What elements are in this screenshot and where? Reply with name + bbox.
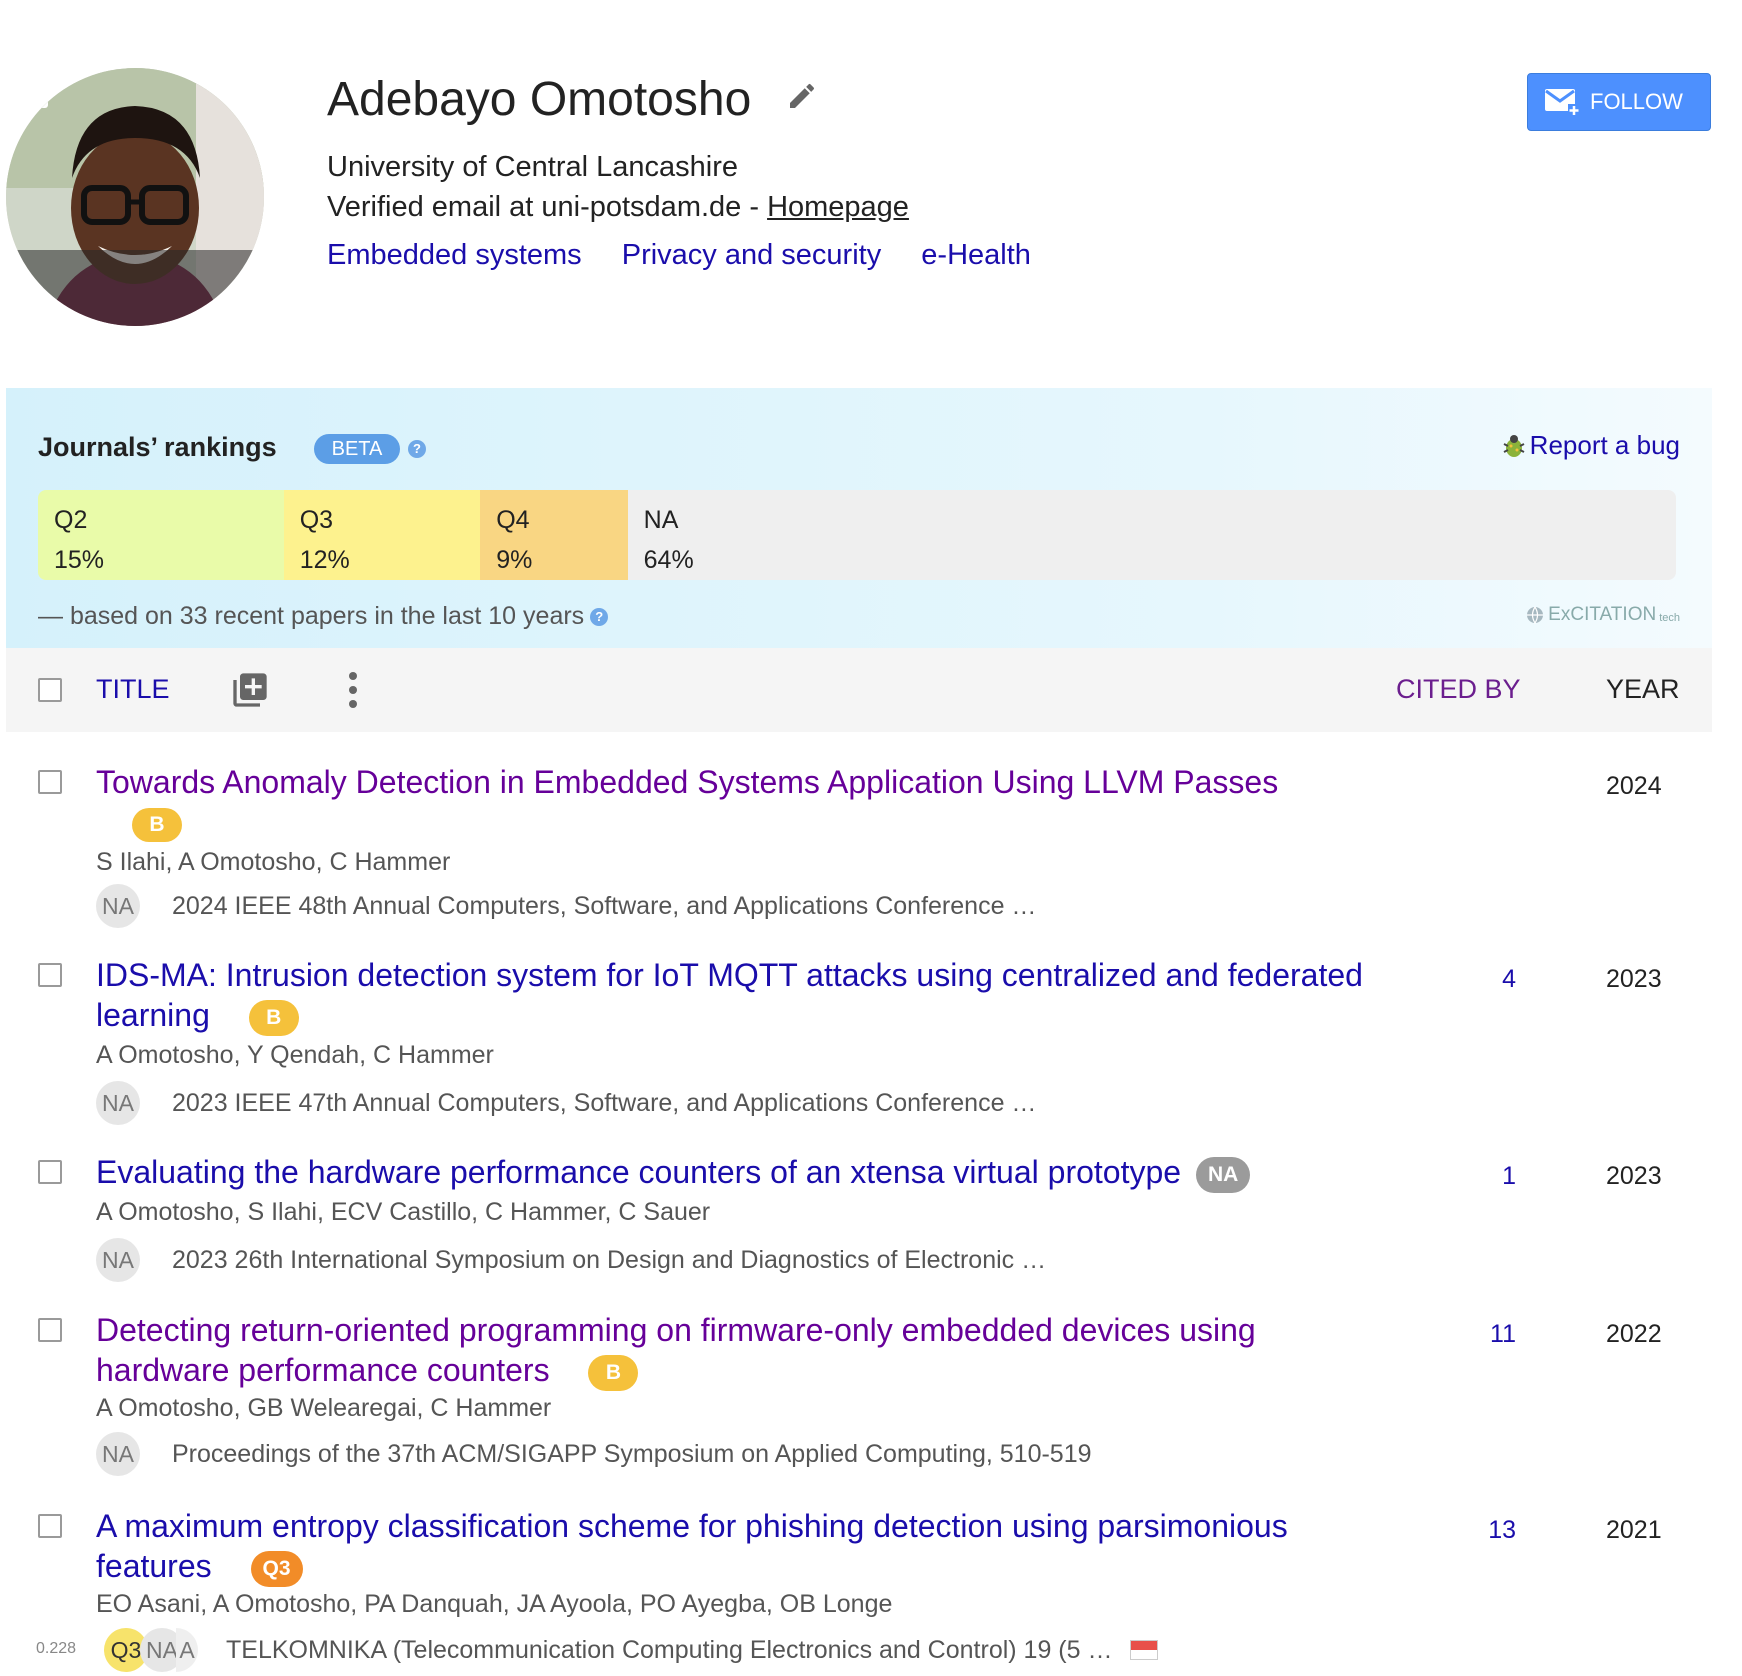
- more-options-icon[interactable]: [346, 670, 360, 710]
- segment-q4-label: Q4: [496, 506, 530, 534]
- rankings-basis-text: — based on 33 recent papers in the last …: [38, 602, 585, 630]
- rankings-bar: Q2 15% Q3 12% Q4 9% NA 64%: [38, 490, 1676, 580]
- sort-by-cited[interactable]: CITED BY: [1396, 674, 1521, 705]
- interest-privacy-security[interactable]: Privacy and security: [622, 239, 882, 271]
- venue-rank-badge: B: [248, 999, 299, 1036]
- segment-q2-label: Q2: [54, 506, 88, 534]
- paper-authors: A Omotosho, GB Welearegai, C Hammer: [96, 1394, 552, 1422]
- edit-pencil-icon[interactable]: [786, 80, 818, 112]
- rankings-basis: — based on 33 recent papers in the last …: [38, 602, 609, 631]
- basis-help-icon[interactable]: ?: [590, 607, 609, 626]
- row-checkbox[interactable]: [38, 1514, 62, 1538]
- venue-rank-badge: NA: [1195, 1156, 1251, 1193]
- venue-rank-badge: Q3: [250, 1550, 303, 1587]
- journal-rank-circle: NA: [96, 1081, 140, 1125]
- segment-na-label: NA: [643, 506, 679, 534]
- sort-by-title[interactable]: TITLE: [96, 674, 170, 705]
- paper-venue-text: 2023 26th International Symposium on Des…: [172, 1245, 1047, 1274]
- paper-title[interactable]: IDS-MA: Intrusion detection system for I…: [96, 955, 1386, 1036]
- country-flag-icon: [1130, 1640, 1159, 1660]
- paper-venue: NA 2023 IEEE 47th Annual Computers, Soft…: [96, 1081, 1036, 1125]
- segment-q3-label: Q3: [299, 506, 334, 534]
- profile-avatar[interactable]: [6, 68, 264, 326]
- mail-plus-icon: [1545, 89, 1580, 116]
- paper-venue: Q3 NA A TELKOMNIKA (Telecommunication Co…: [104, 1628, 1159, 1672]
- bug-icon: [1503, 434, 1525, 457]
- interest-embedded-systems[interactable]: Embedded systems: [327, 239, 582, 271]
- globe-icon: [1527, 606, 1544, 624]
- profile-name: Adebayo Omotosho: [327, 73, 752, 126]
- paper-year: 2023: [1606, 965, 1662, 993]
- paper-year: 2021: [1606, 1516, 1662, 1544]
- excitation-brand[interactable]: ExCITATION tech: [1526, 604, 1680, 626]
- venue-rank-badge: B: [588, 1354, 639, 1391]
- journal-rank-circle: NA: [96, 884, 140, 928]
- add-article-icon[interactable]: [230, 670, 270, 710]
- row-checkbox[interactable]: [38, 963, 62, 987]
- row-checkbox[interactable]: [38, 770, 62, 794]
- paper-venue-text: 2023 IEEE 47th Annual Computers, Softwar…: [172, 1088, 1037, 1117]
- paper-cited-by[interactable]: 1: [1436, 1162, 1516, 1191]
- rankings-title: Journals’ rankings: [38, 432, 277, 462]
- segment-na: NA 64%: [627, 490, 1676, 580]
- add-photo-icon[interactable]: [6, 68, 52, 112]
- paper-title-text: Evaluating the hardware performance coun…: [96, 1154, 1182, 1190]
- sort-by-year[interactable]: YEAR: [1606, 674, 1680, 705]
- paper-cited-by[interactable]: 13: [1436, 1516, 1516, 1545]
- paper-title[interactable]: Detecting return-oriented programming on…: [96, 1310, 1386, 1391]
- paper-title-text: Towards Anomaly Detection in Embedded Sy…: [96, 764, 1279, 800]
- paper-title[interactable]: Evaluating the hardware performance coun…: [96, 1152, 1386, 1193]
- row-checkbox[interactable]: [38, 1318, 62, 1342]
- row-checkbox[interactable]: [38, 1160, 62, 1184]
- avatar-overlay: [6, 250, 264, 326]
- paper-year: 2024: [1606, 772, 1662, 800]
- segment-na-percent: 64%: [643, 546, 694, 574]
- paper-venue-text: TELKOMNIKA (Telecommunication Computing …: [226, 1635, 1113, 1664]
- paper-authors: A Omotosho, S Ilahi, ECV Castillo, C Ham…: [96, 1198, 711, 1226]
- journal-rankings-panel: Journals’ rankings BETA ? Report a bug Q…: [6, 388, 1712, 648]
- report-bug-link[interactable]: Report a bug: [1500, 430, 1680, 461]
- paper-title-text: Detecting return-oriented programming on…: [96, 1312, 1256, 1388]
- journal-rank-partial-circle: A: [176, 1628, 198, 1672]
- journal-rank-circle: NA: [96, 1432, 140, 1476]
- paper-venue: NA 2024 IEEE 48th Annual Computers, Soft…: [96, 884, 1036, 928]
- paper-title[interactable]: Towards Anomaly Detection in Embedded Sy…: [96, 762, 1386, 842]
- segment-q2: Q2 15%: [38, 490, 284, 580]
- segment-q4-percent: 9%: [496, 546, 533, 574]
- journal-rank-circle: NA: [96, 1238, 140, 1282]
- help-icon[interactable]: ?: [408, 440, 426, 458]
- research-interests: Embedded systems Privacy and security e-…: [327, 238, 1063, 272]
- paper-year: 2023: [1606, 1162, 1662, 1190]
- paper-venue: NA 2023 26th International Symposium on …: [96, 1238, 1046, 1282]
- paper-venue: NA Proceedings of the 37th ACM/SIGAPP Sy…: [96, 1432, 1092, 1476]
- homepage-link[interactable]: Homepage: [767, 191, 909, 223]
- paper-cited-by[interactable]: 11: [1436, 1320, 1516, 1349]
- paper-cited-by[interactable]: 4: [1436, 965, 1516, 994]
- profile-affiliation: University of Central Lancashire: [327, 151, 739, 183]
- paper-venue-text: Proceedings of the 37th ACM/SIGAPP Sympo…: [172, 1439, 1092, 1468]
- venue-rank-badge: B: [132, 807, 182, 842]
- select-all-checkbox[interactable]: [38, 678, 62, 702]
- paper-authors: A Omotosho, Y Qendah, C Hammer: [96, 1041, 494, 1069]
- segment-q3: Q3 12%: [283, 490, 481, 580]
- paper-venue-text: 2024 IEEE 48th Annual Computers, Softwar…: [172, 891, 1037, 920]
- paper-title[interactable]: A maximum entropy classification scheme …: [96, 1506, 1386, 1587]
- email-text: Verified email at uni-potsdam.de -: [327, 191, 768, 223]
- interest-e-health[interactable]: e-Health: [921, 239, 1031, 271]
- paper-authors: S Ilahi, A Omotosho, C Hammer: [96, 848, 451, 876]
- follow-label: FOLLOW: [1590, 89, 1683, 114]
- follow-button[interactable]: FOLLOW: [1527, 73, 1711, 131]
- profile-email: Verified email at uni-potsdam.de - Homep…: [327, 190, 909, 224]
- journal-score: 0.228: [36, 1640, 77, 1657]
- segment-q4: Q4 9%: [480, 490, 628, 580]
- beta-badge: BETA: [314, 434, 400, 464]
- articles-table-header: TITLE CITED BY YEAR: [6, 648, 1712, 732]
- report-bug-label: Report a bug: [1529, 430, 1680, 460]
- brand-name: ExCITATION: [1548, 604, 1657, 625]
- segment-q2-percent: 15%: [54, 546, 105, 574]
- brand-suffix: tech: [1659, 612, 1680, 624]
- paper-authors: EO Asani, A Omotosho, PA Danquah, JA Ayo…: [96, 1590, 893, 1618]
- paper-year: 2022: [1606, 1320, 1662, 1348]
- segment-q3-percent: 12%: [299, 546, 350, 574]
